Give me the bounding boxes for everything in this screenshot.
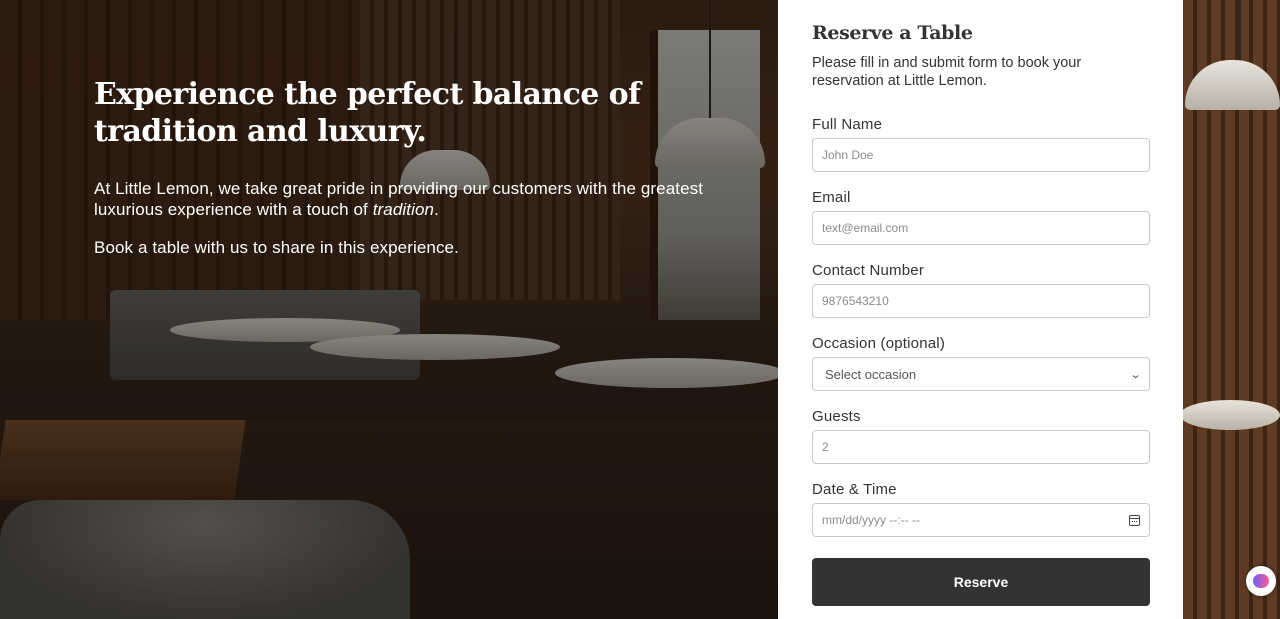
contact-number-label: Contact Number xyxy=(812,262,925,279)
contact-number-input[interactable]: 9876543210 xyxy=(812,284,1150,318)
email-placeholder: text@email.com xyxy=(822,221,909,235)
date-time-placeholder: mm/dd/yyyy --:-- -- xyxy=(822,513,920,527)
full-name-label: Full Name xyxy=(812,116,883,133)
occasion-select[interactable]: Select occasion ⌄ xyxy=(812,357,1150,391)
calendar-icon[interactable] xyxy=(1129,514,1140,526)
chevron-down-icon: ⌄ xyxy=(1129,368,1142,381)
date-time-input[interactable]: mm/dd/yyyy --:-- -- xyxy=(812,503,1150,537)
hero-section: Experience the perfect balance of tradit… xyxy=(94,76,704,258)
form-subtitle: Please fill in and submit form to book y… xyxy=(812,55,1082,89)
hero-description-emphasis: tradition xyxy=(372,200,435,219)
reserve-button[interactable]: Reserve xyxy=(812,558,1150,606)
occasion-label: Occasion (optional) xyxy=(812,335,946,352)
date-time-label: Date & Time xyxy=(812,481,897,498)
occasion-field: Occasion (optional) Select occasion ⌄ xyxy=(812,335,1150,391)
full-name-input[interactable]: John Doe xyxy=(812,138,1150,172)
hero-call-to-action: Book a table with us to share in this ex… xyxy=(94,238,459,257)
full-name-field: Full Name John Doe xyxy=(812,116,1150,172)
email-input[interactable]: text@email.com xyxy=(812,211,1150,245)
form-title: Reserve a Table xyxy=(812,22,973,44)
hero-description: At Little Lemon, we take great pride in … xyxy=(94,178,704,220)
guests-field: Guests 2 xyxy=(812,408,1150,464)
guests-value: 2 xyxy=(822,440,829,454)
brain-extension-icon[interactable] xyxy=(1246,566,1276,596)
email-label: Email xyxy=(812,189,851,206)
guests-input[interactable]: 2 xyxy=(812,430,1150,464)
hero-title: Experience the perfect balance of tradit… xyxy=(94,77,641,149)
email-field: Email text@email.com xyxy=(812,189,1150,245)
contact-number-field: Contact Number 9876543210 xyxy=(812,262,1150,318)
full-name-placeholder: John Doe xyxy=(822,148,874,162)
contact-number-placeholder: 9876543210 xyxy=(822,294,889,308)
occasion-selected-value: Select occasion xyxy=(825,366,917,382)
hero-description-end: . xyxy=(434,200,439,219)
date-time-field: Date & Time mm/dd/yyyy --:-- -- xyxy=(812,481,1150,537)
guests-label: Guests xyxy=(812,408,861,425)
reservation-form-panel: Reserve a Table Please fill in and submi… xyxy=(778,0,1183,619)
